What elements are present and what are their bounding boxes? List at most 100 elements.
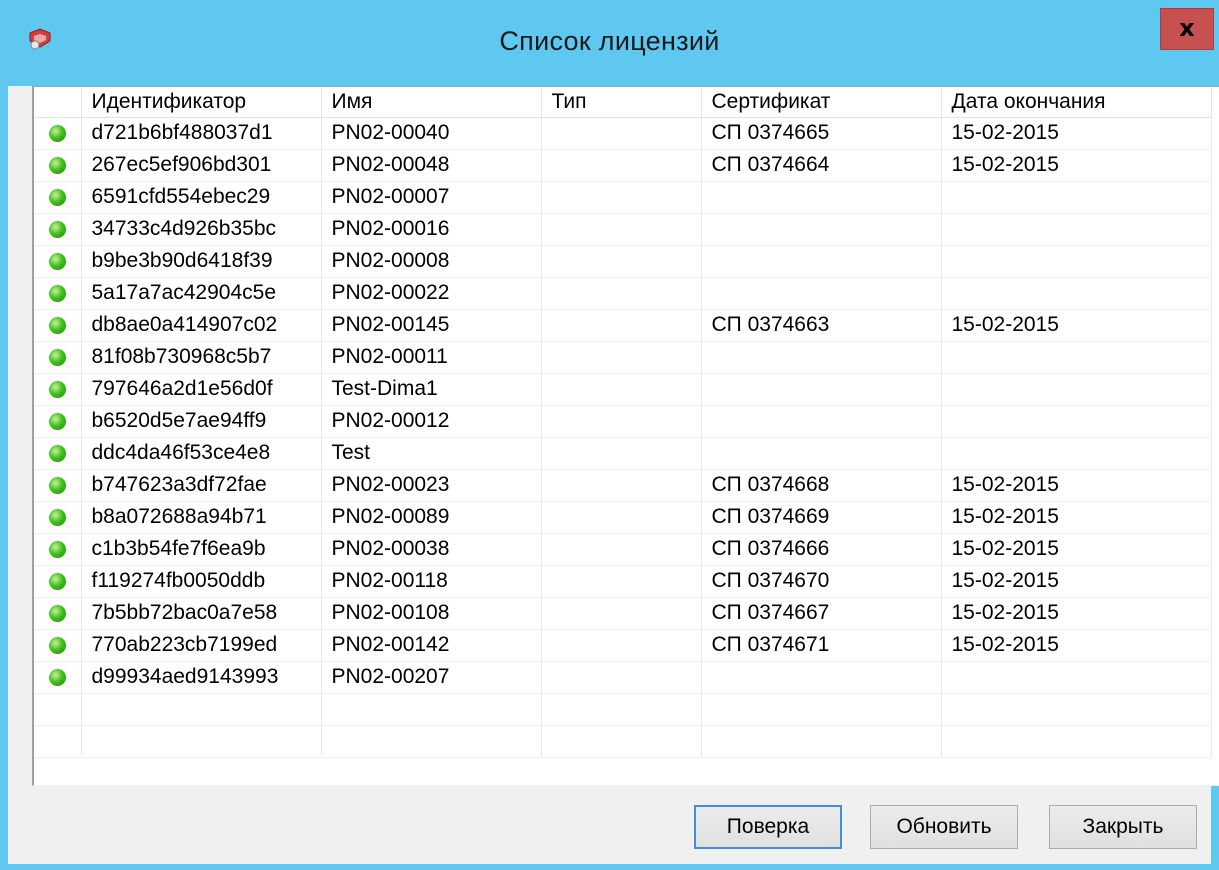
status-active-icon [48,284,66,302]
type-cell [541,501,702,534]
type-cell [541,277,702,310]
certificate-cell [701,661,942,694]
expiry-date-cell [941,245,1212,278]
expiry-date-cell: 15-02-2015 [941,469,1212,502]
identifier-cell: 5a17a7ac42904c5e [81,277,322,310]
empty-cell [81,693,322,726]
expiry-date-cell [941,405,1212,438]
empty-cell [941,725,1212,758]
table-row[interactable]: d721b6bf488037d1 PN02-00040 СП 0374665 15-0… [34,117,1212,150]
identifier-cell: 6591cfd554ebec29 [81,181,322,214]
identifier-cell: 81f08b730968c5b7 [81,341,322,374]
table-row[interactable]: 5a17a7ac42904c5e PN02-00022 [34,277,1212,310]
table-row[interactable]: 267ec5ef906bd301 PN02-00048 СП 0374664 15-0… [34,149,1212,182]
table-row[interactable]: ddc4da46f53ce4e8 Test [34,437,1212,470]
certificate-cell: СП 0374668 [701,469,942,502]
certificate-cell: СП 0374663 [701,309,942,342]
status-cell [34,533,82,566]
status-active-icon [48,476,66,494]
table-row[interactable]: db8ae0a414907c02 PN02-00145 СП 0374663 15-0… [34,309,1212,342]
title-bar[interactable]: Список лицензий x [0,0,1219,86]
identifier-column-header[interactable]: Идентификатор [81,87,322,118]
name-cell: PN02-00142 [321,629,542,662]
verify-button[interactable]: Поверка [694,805,842,849]
type-cell [541,437,702,470]
type-cell [541,565,702,598]
type-cell [541,373,702,406]
license-list-window: Список лицензий x Идентификатор Имя Тип Сер… [0,0,1219,870]
empty-cell [701,693,942,726]
status-cell [34,405,82,438]
table-row[interactable]: b9be3b90d6418f39 PN02-00008 [34,245,1212,278]
name-column-header[interactable]: Имя [321,87,542,118]
identifier-cell: 34733c4d926b35bc [81,213,322,246]
expiry-date-cell: 15-02-2015 [941,565,1212,598]
name-cell: PN02-00038 [321,533,542,566]
status-cell [34,245,82,278]
name-cell: PN02-00108 [321,597,542,630]
type-cell [541,309,702,342]
type-column-header[interactable]: Тип [541,87,702,118]
status-column-header[interactable] [34,87,82,118]
expiry-date-cell: 15-02-2015 [941,597,1212,630]
empty-cell [941,693,1212,726]
expiry-date-cell: 15-02-2015 [941,629,1212,662]
identifier-cell: b8a072688a94b71 [81,501,322,534]
identifier-cell: 7b5bb72bac0a7e58 [81,597,322,630]
window-title: Список лицензий [499,26,720,56]
refresh-button[interactable]: Обновить [870,805,1018,849]
type-cell [541,533,702,566]
expiry-date-cell [941,181,1212,214]
table-row[interactable]: 7b5bb72bac0a7e58 PN02-00108 СП 0374667 15-0… [34,597,1212,630]
identifier-cell: ddc4da46f53ce4e8 [81,437,322,470]
identifier-cell: d99934aed9143993 [81,661,322,694]
identifier-cell: 797646a2d1e56d0f [81,373,322,406]
name-cell: PN02-00048 [321,149,542,182]
status-cell [34,149,82,182]
status-cell [34,309,82,342]
name-cell: PN02-00011 [321,341,542,374]
table-row[interactable]: b6520d5e7ae94ff9 PN02-00012 [34,405,1212,438]
license-table: Идентификатор Имя Тип Сертификат Дата оконча… [34,87,1212,758]
table-row[interactable]: b747623a3df72fae PN02-00023 СП 0374668 15-0… [34,469,1212,502]
status-cell [34,501,82,534]
table-row[interactable]: 6591cfd554ebec29 PN02-00007 [34,181,1212,214]
table-row[interactable]: f119274fb0050ddb PN02-00118 СП 0374670 15-0… [34,565,1212,598]
table-body: d721b6bf488037d1 PN02-00040 СП 0374665 15-0… [34,117,1212,758]
table-row[interactable]: 81f08b730968c5b7 PN02-00011 [34,341,1212,374]
close-window-button[interactable]: x [1160,8,1214,50]
status-active-icon [48,348,66,366]
type-cell [541,213,702,246]
expiry-date-cell [941,341,1212,374]
table-row[interactable]: d99934aed9143993 PN02-00207 [34,661,1212,694]
status-active-icon [48,668,66,686]
identifier-cell: b747623a3df72fae [81,469,322,502]
certificate-column-header[interactable]: Сертификат [701,87,942,118]
status-active-icon [48,412,66,430]
identifier-cell: c1b3b54fe7f6ea9b [81,533,322,566]
table-row[interactable]: 797646a2d1e56d0f Test-Dima1 [34,373,1212,406]
close-button[interactable]: Закрыть [1049,805,1197,849]
table-row[interactable]: b8a072688a94b71 PN02-00089 СП 0374669 15-02… [34,501,1212,534]
certificate-cell: СП 0374666 [701,533,942,566]
empty-cell [701,725,942,758]
type-cell [541,181,702,214]
status-active-icon [48,156,66,174]
expiry-date-column-header[interactable]: Дата окончания [941,87,1212,118]
expiry-date-cell [941,213,1212,246]
identifier-cell: db8ae0a414907c02 [81,309,322,342]
table-row[interactable]: 34733c4d926b35bc PN02-00016 [34,213,1212,246]
name-cell: PN02-00007 [321,181,542,214]
status-active-icon [48,540,66,558]
certificate-cell [701,181,942,214]
license-list[interactable]: Идентификатор Имя Тип Сертификат Дата оконча… [32,86,1219,786]
empty-cell [34,693,82,726]
table-row[interactable]: 770ab223cb7199ed PN02-00142 СП 0374671 15-0… [34,629,1212,662]
type-cell [541,661,702,694]
expiry-date-cell [941,437,1212,470]
certificate-cell: СП 0374669 [701,501,942,534]
status-active-icon [48,380,66,398]
status-cell [34,629,82,662]
type-cell [541,405,702,438]
table-row[interactable]: c1b3b54fe7f6ea9b PN02-00038 СП 0374666 15-0… [34,533,1212,566]
